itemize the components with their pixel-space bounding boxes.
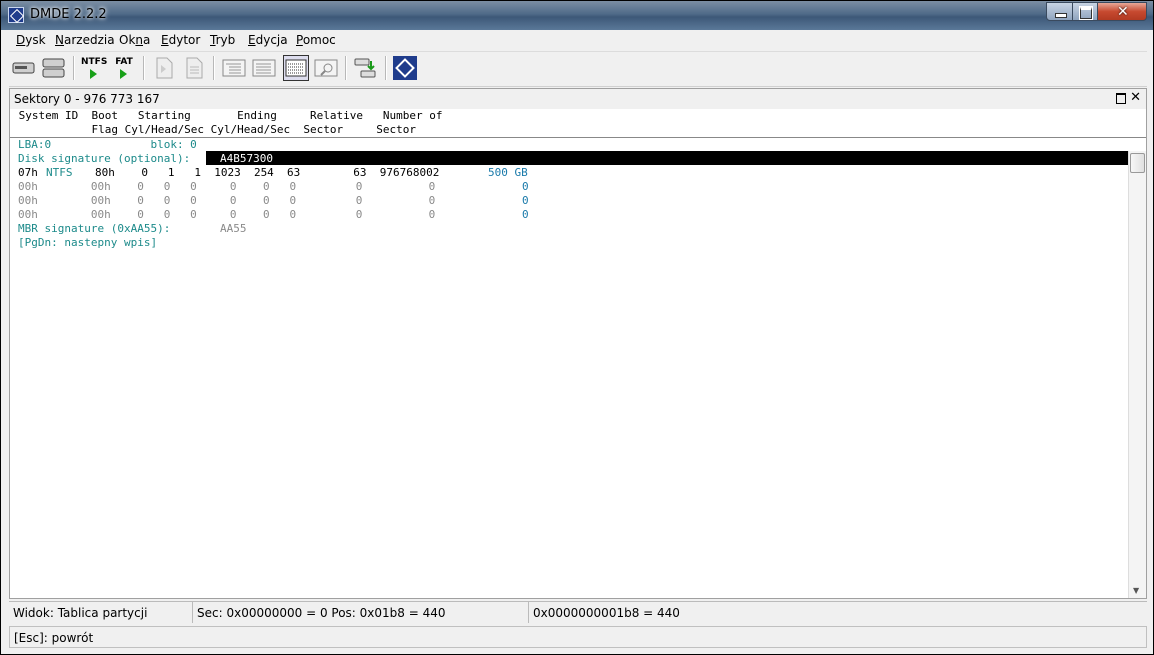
toolbar-separator — [143, 56, 145, 80]
menu-narzedzia[interactable]: Narzedzia — [55, 33, 115, 47]
partition-row-3-size: 0 — [522, 194, 529, 207]
menu-dysk[interactable]: Dysk — [16, 33, 46, 47]
sector-panel: Sektory 0 - 976 773 167 ✕ System ID Boot… — [9, 88, 1147, 599]
partition-row-1-size: 500 GB — [488, 166, 528, 179]
partition-row-4-size: 0 — [522, 208, 529, 221]
file-icon — [156, 57, 173, 79]
app-icon[interactable] — [8, 7, 24, 23]
play-icon — [90, 69, 97, 79]
menu-edytor[interactable]: Edytor — [161, 33, 200, 47]
maximize-icon — [1079, 6, 1093, 20]
header-line-1: System ID Boot Starting Ending Relative … — [12, 109, 443, 122]
hint-bar: [Esc]: powrót — [9, 626, 1147, 648]
scroll-down-arrow-icon[interactable]: ▼ — [1133, 586, 1139, 595]
fat-button[interactable]: FAT — [111, 55, 137, 81]
menu-bar: Dysk Narzedzia Okna Edytor Tryb Edycja P… — [9, 30, 1147, 52]
title-bar[interactable]: DMDE 2.2.2 ✕ — [1, 1, 1153, 30]
toolbar-separator — [73, 56, 75, 80]
pgdn-hint[interactable]: [PgDn: nastepny wpis] — [18, 236, 157, 250]
close-icon: ✕ — [1117, 4, 1129, 20]
play-icon — [120, 69, 127, 79]
ntfs-label: NTFS — [81, 57, 108, 67]
mbr-signature-label: MBR signature (0xAA55): — [18, 222, 171, 235]
toolbar-separator — [213, 56, 215, 80]
status-sector: Sec: 0x00000000 = 0 Pos: 0x01b8 = 440 — [193, 602, 529, 623]
partition-row-3: 00h 00h 0 0 0 0 0 0 0 0 — [18, 194, 436, 207]
maximize-button[interactable] — [1072, 2, 1098, 21]
window-title: DMDE 2.2.2 — [30, 7, 107, 22]
search-icon — [314, 59, 338, 77]
table-view-icon — [285, 59, 307, 77]
view-table-button[interactable] — [283, 55, 309, 81]
table-header: System ID Boot Starting Ending Relative … — [10, 109, 1146, 138]
directory-view-icon — [222, 59, 246, 77]
copy-sectors-button[interactable] — [353, 55, 379, 81]
partition-row-4: 00h 00h 0 0 0 0 0 0 0 0 — [18, 208, 436, 221]
disk-signature-label: Disk signature (optional): — [18, 152, 191, 165]
toolbar-separator — [385, 56, 387, 80]
dmde-logo-icon — [393, 56, 417, 80]
panel-close-icon[interactable]: ✕ — [1130, 90, 1141, 105]
disk-stack-icon — [42, 58, 65, 78]
app-window: DMDE 2.2.2 ✕ Dysk Narzedzia Okna Edytor … — [0, 0, 1154, 655]
file-star-icon — [186, 57, 203, 79]
mbr-signature-value: AA55 — [220, 222, 247, 235]
vertical-scrollbar[interactable]: ▼ — [1128, 151, 1146, 598]
drive-icon — [12, 62, 35, 74]
partition-row-1-sysid: 07h — [18, 166, 38, 179]
search-button[interactable] — [313, 55, 339, 81]
partitions-button[interactable] — [41, 55, 67, 81]
fat-label: FAT — [115, 57, 133, 67]
new-file-button[interactable] — [181, 55, 207, 81]
status-view: Widok: Tablica partycji — [9, 602, 193, 623]
toolbar: NTFS FAT — [9, 52, 1147, 87]
status-bar: Widok: Tablica partycji Sec: 0x00000000 … — [9, 601, 1147, 624]
panel-maximize-icon[interactable] — [1116, 93, 1126, 104]
open-file-button[interactable] — [151, 55, 177, 81]
lba-line: LBA:0 blok: 0 — [18, 138, 197, 151]
esc-hint[interactable]: [Esc]: powrót — [14, 631, 93, 645]
view-list-button[interactable] — [251, 55, 277, 81]
menu-tryb[interactable]: Tryb — [210, 33, 235, 47]
partition-row-2-size: 0 — [522, 180, 529, 193]
about-button[interactable] — [392, 55, 418, 81]
minimize-button[interactable] — [1046, 2, 1073, 21]
drive-button[interactable] — [11, 55, 37, 81]
minimize-icon — [1055, 13, 1067, 18]
toolbar-separator — [345, 56, 347, 80]
close-button[interactable]: ✕ — [1097, 2, 1147, 21]
partition-row-1-values: 80h 0 1 1 1023 254 63 63 976768002 — [95, 166, 440, 179]
scrollbar-thumb[interactable] — [1130, 153, 1145, 173]
panel-title: Sektory 0 - 976 773 167 — [14, 92, 160, 106]
view-directory-button[interactable] — [221, 55, 247, 81]
menu-okna[interactable]: Okna — [119, 33, 150, 47]
list-view-icon — [252, 59, 276, 77]
selected-line-highlight — [206, 151, 1128, 165]
disk-signature-value[interactable]: A4B57300 — [220, 152, 273, 166]
partition-row-2: 00h 00h 0 0 0 0 0 0 0 0 — [18, 180, 436, 193]
panel-title-bar: Sektory 0 - 976 773 167 ✕ — [10, 89, 1146, 110]
partition-row-1-fs: NTFS — [46, 166, 73, 179]
menu-edycja[interactable]: Edycja — [248, 33, 288, 47]
ntfs-button[interactable]: NTFS — [81, 55, 107, 81]
copy-sectors-icon — [354, 58, 376, 78]
header-line-2: Flag Cyl/Head/Sec Cyl/Head/Sec Sector Se… — [12, 123, 416, 136]
status-offset: 0x0000000001b8 = 440 — [533, 606, 680, 620]
menu-pomoc[interactable]: Pomoc — [296, 33, 336, 47]
